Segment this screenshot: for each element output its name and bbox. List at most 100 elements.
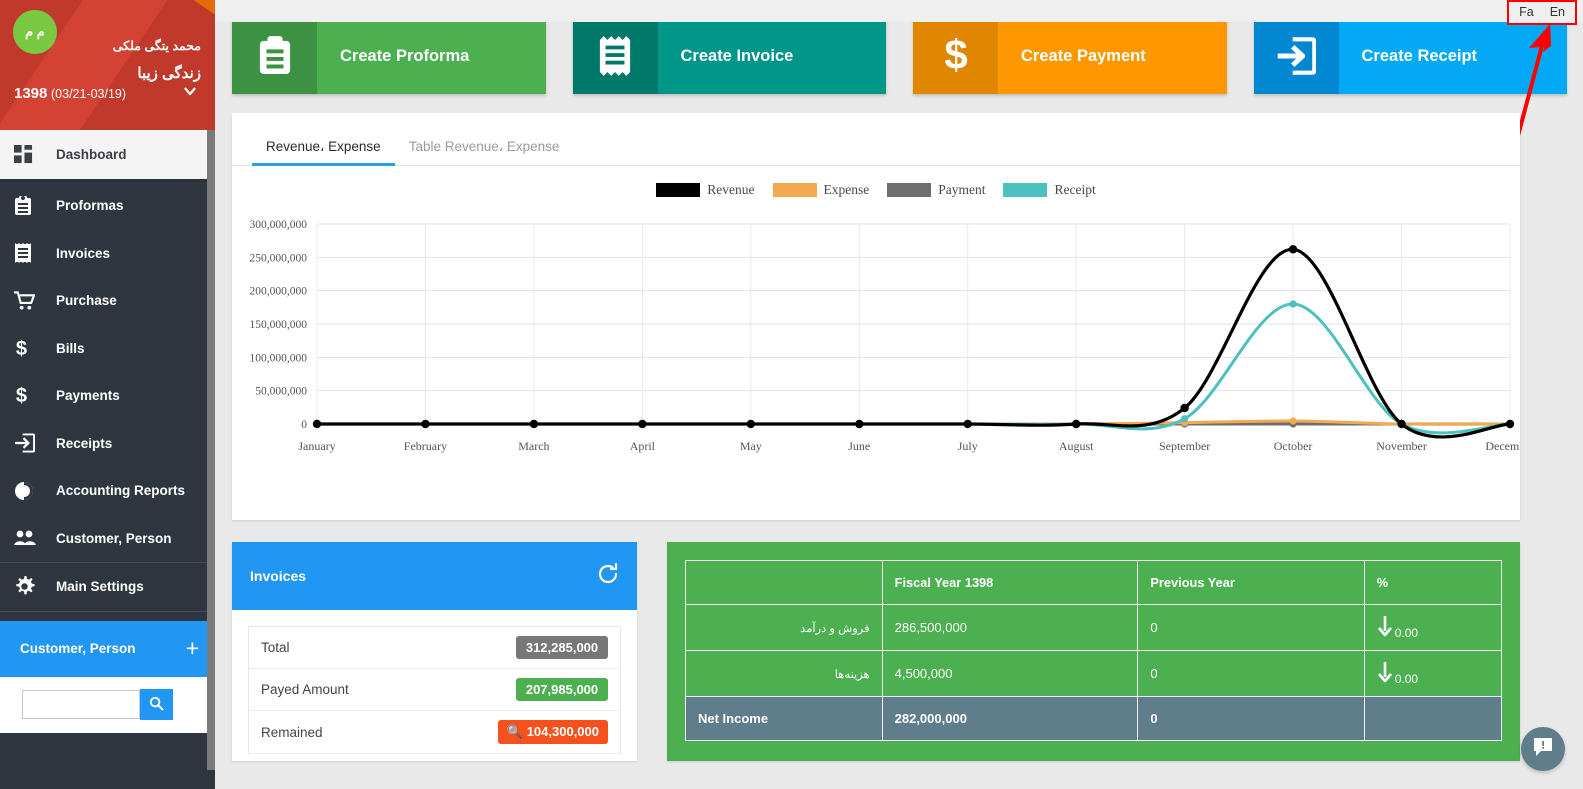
invoice-receipt-icon (572, 18, 658, 94)
tab-table-revenue-expense[interactable]: Table Revenue، Expense (395, 131, 574, 165)
svg-text:January: January (298, 439, 335, 453)
create-payment-card[interactable]: $ Create Payment (913, 18, 1227, 94)
search-button[interactable] (140, 689, 173, 720)
sidebar-item-label: Main Settings (56, 579, 144, 595)
svg-text:April: April (630, 439, 656, 453)
app-root: م م محمد یتگی ملکی زندگی زیبا 1398 (03/2… (0, 0, 1583, 789)
card-title: Create Proforma (340, 46, 470, 65)
row-label: Total (248, 626, 418, 669)
badge-value: 104,300,000 (526, 724, 599, 739)
svg-text:September: September (1159, 439, 1210, 453)
fiscal-year-label: 1398 (03/21-03/19) (14, 85, 126, 102)
row-label: Remained (248, 710, 418, 754)
card-title: Create Payment (1021, 46, 1146, 65)
arrow-down-icon (1377, 615, 1393, 640)
net-income-current: 282,000,000 (881, 696, 1139, 741)
pie-chart-icon (14, 479, 44, 503)
tab-revenue-expense[interactable]: Revenue، Expense (252, 131, 395, 166)
customer-person-panel-header[interactable]: Customer, Person + (0, 620, 215, 677)
sidebar-item-purchase[interactable]: Purchase (0, 277, 215, 325)
financial-summary-card: Fiscal Year 1398 Previous Year % فروش و … (667, 542, 1520, 761)
table-row: فروش و درآمد 286,500,000 0 0.00 (685, 604, 1503, 651)
svg-text:200,000,000: 200,000,000 (250, 286, 308, 298)
sidebar-item-label: Invoices (56, 245, 111, 261)
sidebar-item-proformas[interactable]: Proformas (0, 182, 215, 230)
remained-badge[interactable]: 🔍 104,300,000 (497, 720, 608, 744)
svg-text:$: $ (944, 34, 967, 78)
table-row: Remained 🔍 104,300,000 (248, 710, 621, 754)
sidebar-item-label: Bills (56, 340, 85, 356)
search-icon (149, 696, 164, 714)
sidebar-footer (0, 732, 215, 749)
svg-text:$: $ (16, 385, 27, 406)
top-bar: Fa En (215, 0, 1583, 163)
row-value-cell: 312,285,000 (417, 626, 621, 669)
invoices-card-header: Invoices (232, 542, 637, 610)
lang-en-button[interactable]: En (1550, 5, 1565, 19)
sidebar-item-main-settings[interactable]: Main Settings (0, 563, 215, 611)
sidebar-item-customer-person[interactable]: Customer, Person (0, 515, 215, 563)
feedback-fab-button[interactable] (1521, 727, 1565, 771)
col-header-percent: % (1363, 560, 1503, 605)
language-switcher: Fa En (1507, 0, 1577, 25)
dashboard-grid-icon (14, 143, 44, 167)
percent-value: 0.00 (1394, 626, 1419, 640)
sidebar-item-receipts[interactable]: Receipts (0, 420, 215, 468)
svg-text:50,000,000: 50,000,000 (255, 386, 307, 398)
sidebar-item-payments[interactable]: $ Payments (0, 372, 215, 420)
sidebar-item-dashboard[interactable]: Dashboard (0, 130, 215, 182)
sidebar-item-label: Proformas (56, 198, 124, 214)
svg-text:100,000,000: 100,000,000 (250, 352, 308, 364)
row-percent-cell: 0.00 (1363, 650, 1503, 697)
lang-fa-button[interactable]: Fa (1519, 5, 1534, 19)
sidebar-item-label: Purchase (56, 293, 117, 309)
sidebar: م م محمد یتگی ملکی زندگی زیبا 1398 (03/2… (0, 0, 215, 789)
sidebar-item-label: Accounting Reports (56, 483, 186, 499)
row-previous-value: 0 (1137, 650, 1365, 697)
svg-text:$: $ (16, 338, 27, 359)
sidebar-item-bills[interactable]: $ Bills (0, 325, 215, 373)
financial-table: Fiscal Year 1398 Previous Year % فروش و … (685, 560, 1503, 741)
sidebar-header: م م محمد یتگی ملکی زندگی زیبا 1398 (03/2… (0, 0, 215, 130)
svg-text:May: May (740, 439, 762, 453)
sidebar-item-accounting-reports[interactable]: Accounting Reports (0, 467, 215, 515)
row-previous-value: 0 (1137, 604, 1365, 651)
percent-value: 0.00 (1394, 672, 1419, 686)
create-invoice-card[interactable]: Create Invoice (572, 18, 886, 94)
avatar: م م (13, 10, 57, 54)
row-percent-cell: 0.00 (1363, 604, 1503, 651)
search-input[interactable] (22, 690, 140, 719)
business-name: زندگی زیبا (137, 65, 201, 82)
chat-alert-icon (1532, 736, 1554, 763)
sidebar-scrollbar[interactable] (207, 130, 215, 770)
chart-tabs: Revenue، Expense Table Revenue، Expense (232, 113, 1520, 166)
net-income-previous: 0 (1137, 696, 1365, 741)
people-icon (14, 526, 44, 550)
table-row: هزینه‌ها 4,500,000 0 0.00 (685, 650, 1503, 697)
gear-icon (14, 575, 44, 599)
row-value-cell: 207,985,000 (417, 668, 621, 711)
table-row: Total 312,285,000 (248, 626, 621, 669)
card-title: Create Invoice (680, 46, 794, 65)
svg-text:150,000,000: 150,000,000 (250, 319, 308, 331)
sidebar-item-label: Payments (56, 388, 120, 404)
card-title: Create Receipt (1361, 46, 1478, 65)
plus-icon[interactable]: + (186, 637, 199, 660)
dollar-sign-icon: $ (913, 18, 998, 94)
chevron-down-icon[interactable] (181, 82, 199, 100)
svg-text:February: February (404, 439, 447, 453)
chart-panel: Revenue، Expense Table Revenue، Expense … (232, 113, 1520, 520)
create-proforma-card[interactable]: Create Proforma (232, 18, 546, 94)
invoices-card-title: Invoices (250, 568, 307, 584)
sidebar-item-invoices[interactable]: Invoices (0, 230, 215, 278)
svg-text:August: August (1059, 439, 1094, 453)
create-receipt-card[interactable]: Create Receipt (1253, 18, 1567, 94)
clipboard-icon (232, 18, 317, 94)
refresh-icon[interactable] (597, 562, 619, 590)
row-label: هزینه‌ها (685, 650, 883, 697)
customer-person-panel-label: Customer, Person (20, 641, 136, 656)
row-label: فروش و درآمد (685, 604, 883, 651)
svg-text:October: October (1274, 439, 1313, 453)
status-badge: 312,285,000 (516, 636, 608, 659)
svg-text:June: June (848, 439, 870, 453)
